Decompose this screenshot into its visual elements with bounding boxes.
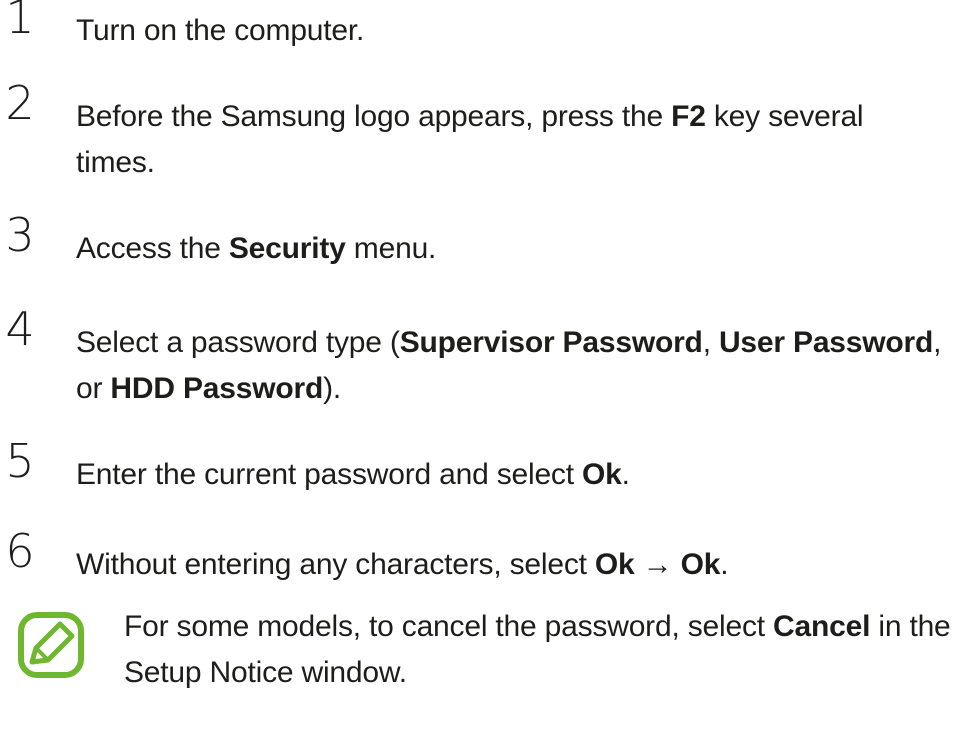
text-run: For some models, to cancel the password,… — [124, 610, 774, 643]
bold-term: User Password — [718, 326, 934, 359]
step-text: Before the Samsung logo appears, press t… — [76, 94, 946, 186]
text-run: , — [702, 326, 719, 359]
bold-term: Ok — [594, 548, 635, 581]
note-pencil-icon — [18, 612, 84, 678]
bold-term: Ok — [680, 548, 721, 581]
text-run: Turn on the computer. — [76, 14, 365, 47]
text-run: Enter the current password and select — [76, 458, 583, 491]
step-number: 5 — [5, 434, 35, 488]
step-text: Without entering any characters, select … — [76, 542, 946, 588]
step-text: Turn on the computer. — [76, 8, 946, 54]
text-run: . — [720, 548, 729, 581]
step-text: Access the Security menu. — [76, 226, 946, 272]
step-text: Enter the current password and select Ok… — [76, 452, 946, 498]
text-run: Without entering any characters, select — [76, 548, 595, 581]
text-run: Before the Samsung logo appears, press t… — [76, 100, 672, 133]
step-number: 1 — [5, 0, 35, 44]
bold-term: Security — [228, 232, 346, 265]
step-number: 3 — [5, 208, 35, 262]
bold-term: Cancel — [773, 610, 871, 643]
bold-term: Supervisor Password — [399, 326, 703, 359]
text-run: → — [634, 548, 681, 581]
step-number: 6 — [5, 524, 35, 578]
note-text: For some models, to cancel the password,… — [124, 604, 954, 696]
bold-term: F2 — [671, 100, 706, 133]
step-number: 2 — [5, 76, 35, 130]
text-run: Access the — [76, 232, 229, 265]
step-text: Select a password type (Supervisor Passw… — [76, 320, 946, 412]
text-run: . — [621, 458, 630, 491]
text-run: ). — [323, 372, 342, 405]
step-number: 4 — [5, 302, 35, 356]
bold-term: Ok — [582, 458, 622, 491]
bold-term: HDD Password — [110, 372, 324, 405]
text-run: Select a password type ( — [76, 326, 400, 359]
text-run: menu. — [345, 232, 437, 265]
